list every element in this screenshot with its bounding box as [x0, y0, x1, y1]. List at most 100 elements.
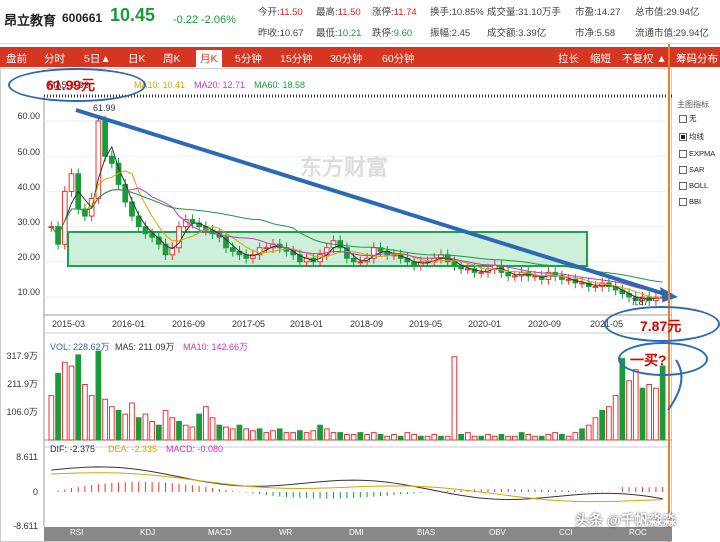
tab-wr[interactable]: WR [279, 528, 292, 537]
volume-bar [270, 430, 276, 441]
volume-bar [653, 387, 659, 441]
option-sar[interactable]: SAR [679, 165, 720, 174]
option-bbi[interactable]: BBI [679, 197, 720, 206]
volume-bar [632, 369, 639, 441]
volume-bar [108, 406, 115, 441]
candle-body [229, 247, 236, 252]
volume-bar [290, 432, 297, 441]
checkbox-icon [679, 165, 687, 174]
volume-bar [391, 433, 397, 441]
volume-bar [344, 433, 350, 441]
volume-bar [129, 402, 135, 441]
volume-bar [182, 424, 189, 441]
volume-bar [451, 356, 458, 441]
volume-bar [122, 413, 129, 441]
candle-body [108, 155, 115, 164]
volume-bar [579, 428, 585, 441]
volume-bar [505, 435, 511, 441]
volume-bars [48, 350, 666, 441]
tab-rsi[interactable]: RSI [70, 528, 83, 537]
volume-bar [48, 395, 55, 441]
ytick-40: 40.00 [17, 182, 40, 192]
ytick-10: 10.00 [17, 287, 40, 297]
candle-body [357, 261, 364, 264]
volume-bar [417, 435, 424, 441]
volume-bar [55, 372, 61, 441]
macd-ytick-bottom: -8.611 [13, 521, 38, 531]
volume-bar [384, 435, 391, 441]
volume-bar [75, 354, 82, 441]
volume-bar [229, 428, 236, 441]
volume-bar [424, 435, 431, 441]
checkbox-checked-icon [679, 132, 687, 141]
volume-bar [223, 426, 229, 441]
tab-cci[interactable]: CCI [559, 528, 573, 537]
high-price-label: 61.99 [93, 103, 116, 113]
volume-bar [599, 409, 606, 441]
volume-bar [303, 432, 310, 441]
vol-ytick-0: 317.9万 [6, 351, 38, 361]
candle-body [464, 268, 471, 271]
vol-ytick-2: 106.0万 [6, 407, 38, 417]
xtick-2018-01: 2018-01 [290, 319, 324, 329]
volume-bar [377, 433, 384, 441]
option-boll[interactable]: BOLL [679, 181, 720, 190]
candle-body [565, 278, 572, 281]
xtick-2020-09: 2020-09 [528, 319, 562, 329]
volume-bar [209, 417, 216, 441]
volume-bar [337, 432, 344, 441]
volume-bar [552, 432, 559, 441]
ma60-label: MA60: 18.58 [254, 80, 306, 90]
volume-bar [370, 432, 377, 441]
candle-body [223, 236, 229, 249]
volume-bar [438, 435, 444, 441]
volume-bar [203, 406, 209, 441]
volume-bar [485, 433, 491, 441]
xtick-2016-01: 2016-01 [112, 319, 146, 329]
xtick-2018-09: 2018-09 [350, 319, 384, 329]
tab-bias[interactable]: BIAS [417, 528, 435, 537]
volume-bar [498, 433, 505, 441]
ytick-30: 30.00 [17, 217, 40, 227]
tab-kdj[interactable]: KDJ [140, 528, 155, 537]
xtick-2019-05: 2019-05 [409, 319, 443, 329]
tab-macd[interactable]: MACD [208, 528, 232, 537]
candle-body [350, 257, 357, 263]
volume-bar [169, 417, 176, 441]
volume-bar [176, 421, 182, 441]
option-ma[interactable]: 均线 [679, 131, 720, 142]
option-none[interactable]: 无 [679, 113, 720, 124]
volume-bar [95, 350, 102, 441]
macd-ytick-zero: 0 [32, 487, 38, 497]
option-expma[interactable]: EXPMA [679, 149, 720, 158]
sidebar-title: 主图指标 [677, 100, 709, 109]
candle-body [505, 271, 511, 277]
volume-bar [565, 435, 572, 441]
volume-bar [364, 433, 370, 441]
volume-bar [196, 413, 202, 441]
vol-ma10-label: MA10: 142.66万 [183, 342, 249, 352]
volume-bar [135, 417, 142, 441]
volume-bar [545, 433, 552, 441]
volume-bar [61, 361, 68, 441]
tab-obv[interactable]: OBV [489, 528, 506, 537]
volume-bar [323, 428, 330, 441]
ytick-50: 50.00 [17, 147, 40, 157]
tab-dmi[interactable]: DMI [349, 528, 364, 537]
volume-bar [512, 435, 518, 441]
candle-body [189, 219, 196, 224]
dea-line [51, 472, 663, 503]
volume-bar [189, 426, 196, 441]
volume-bar [142, 413, 149, 441]
indicator-sidebar: 主图指标 无 均线 EXPMA SAR BOLL BBI [673, 96, 720, 246]
vol-ma5-label: MA5: 211.09万 [115, 342, 175, 352]
volume-bar [102, 398, 108, 441]
credit-watermark: 头条 @千帆淼淼 [575, 512, 677, 528]
xtick-2016-09: 2016-09 [172, 319, 206, 329]
annotation-bottom-price: 7.87元 [640, 318, 682, 334]
volume-bar [276, 428, 283, 441]
volume-bar [464, 432, 471, 441]
volume-bar [310, 430, 317, 441]
volume-bar [431, 433, 438, 441]
ytick-60: 60.00 [17, 111, 40, 121]
